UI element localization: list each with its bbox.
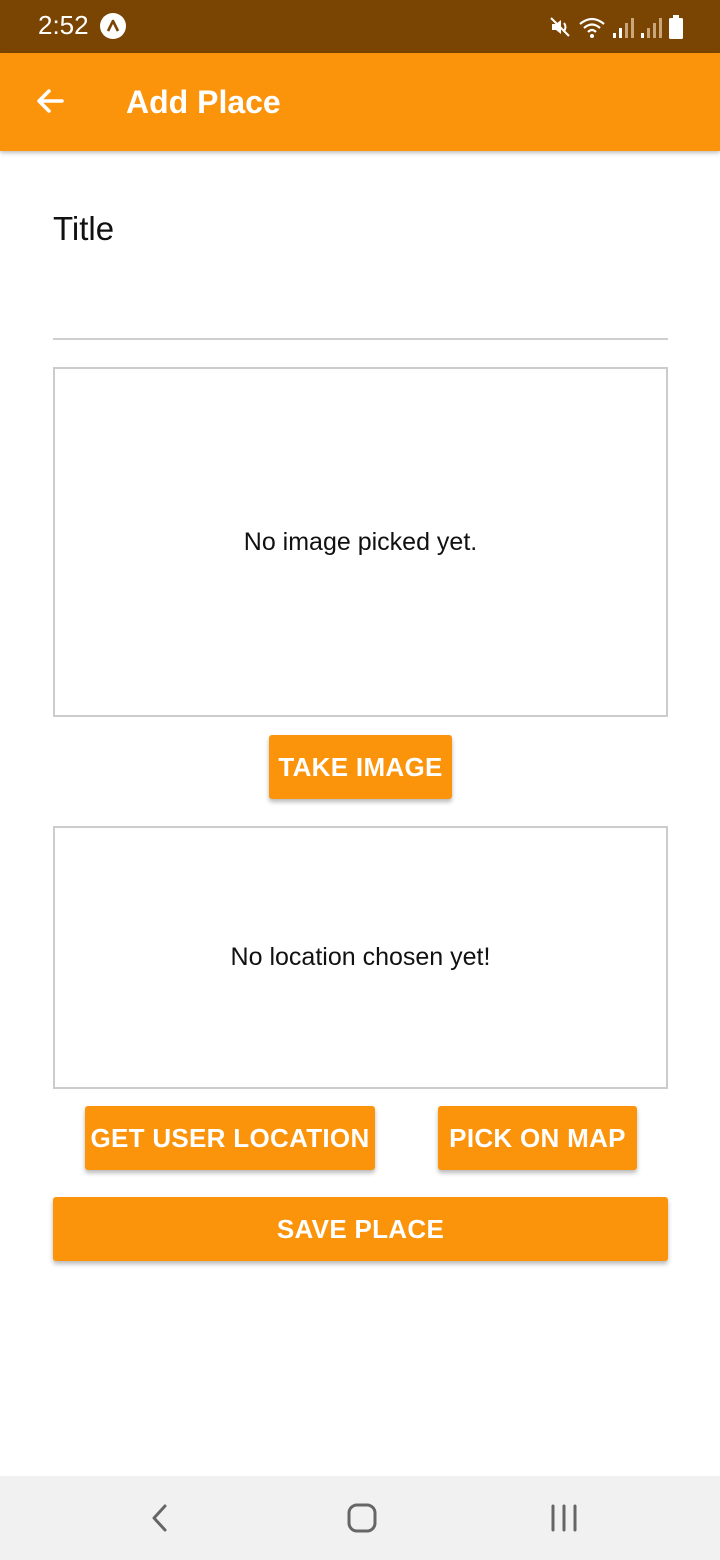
image-placeholder-text: No image picked yet. xyxy=(243,527,478,556)
arrow-left-icon[interactable] xyxy=(32,83,68,119)
location-preview: No location chosen yet! xyxy=(53,826,668,1089)
signal-icon xyxy=(613,18,634,38)
nav-home-icon[interactable] xyxy=(340,1496,384,1540)
signal-icon xyxy=(641,18,662,38)
pick-on-map-button[interactable]: PICK ON MAP xyxy=(438,1106,637,1170)
nav-back-icon[interactable] xyxy=(138,1496,182,1540)
location-placeholder-text: No location chosen yet! xyxy=(230,943,491,971)
title-label: Title xyxy=(53,210,115,247)
status-time: 2:52 xyxy=(38,10,89,40)
battery-icon xyxy=(669,15,683,39)
status-icons xyxy=(548,14,684,40)
get-user-location-button[interactable]: GET USER LOCATION xyxy=(85,1106,375,1170)
page-title: Add Place xyxy=(126,84,281,120)
system-nav-bar xyxy=(0,1476,720,1560)
status-bar: 2:52 xyxy=(0,0,720,53)
mute-icon xyxy=(550,17,570,37)
app-bar: Add Place xyxy=(0,53,720,151)
wifi-icon xyxy=(579,17,605,38)
image-preview: No image picked yet. xyxy=(53,367,668,717)
take-image-button[interactable]: TAKE IMAGE xyxy=(269,735,452,799)
title-input[interactable] xyxy=(53,256,668,340)
app-notification-icon xyxy=(100,13,126,39)
nav-recent-apps-icon[interactable] xyxy=(542,1496,586,1540)
save-place-button[interactable]: SAVE PLACE xyxy=(53,1197,668,1261)
